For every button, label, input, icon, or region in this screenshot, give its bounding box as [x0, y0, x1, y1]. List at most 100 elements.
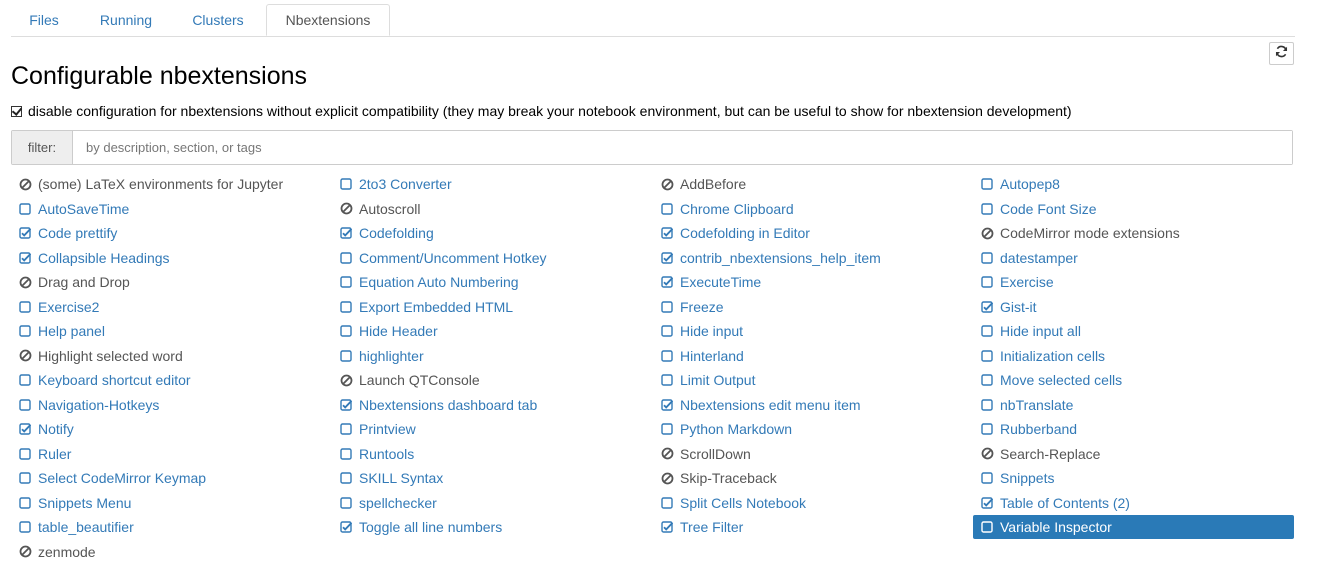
nbextension-item[interactable]: Table of Contents (2) — [973, 491, 1294, 515]
ban-icon — [660, 177, 674, 191]
nbextension-item[interactable]: Skip-Traceback — [653, 466, 974, 490]
nbextension-label: Nbextensions edit menu item — [680, 396, 861, 413]
tab-files[interactable]: Files — [11, 4, 77, 36]
nbextension-item[interactable]: Highlight selected word — [11, 344, 332, 368]
nbextension-label: Comment/Uncomment Hotkey — [359, 249, 547, 266]
nbextension-item[interactable]: Nbextensions edit menu item — [653, 393, 974, 417]
nbextension-label: Hide Header — [359, 323, 438, 339]
nbextension-item[interactable]: Search-Replace — [973, 442, 1294, 466]
nbextension-item[interactable]: Snippets — [973, 466, 1294, 490]
check-square-icon — [18, 226, 32, 240]
nbextension-item[interactable]: Gist-it — [973, 295, 1294, 319]
nbextension-item[interactable]: Runtools — [332, 442, 653, 466]
nbextension-item[interactable]: Rubberband — [973, 417, 1294, 441]
square-icon — [339, 496, 353, 510]
tab-nbextensions[interactable]: Nbextensions — [266, 4, 390, 36]
nbextension-item[interactable]: Variable Inspector — [973, 515, 1294, 539]
square-icon — [980, 349, 994, 363]
nbextension-item[interactable]: 2to3 Converter — [332, 172, 653, 196]
check-square-icon — [660, 275, 674, 289]
nbextension-item[interactable]: AutoSaveTime — [11, 197, 332, 221]
refresh-button[interactable] — [1269, 42, 1294, 65]
nbextension-item[interactable]: datestamper — [973, 246, 1294, 270]
nbextension-item[interactable]: SKILL Syntax — [332, 466, 653, 490]
square-icon — [980, 251, 994, 265]
nbextension-item[interactable]: Toggle all line numbers — [332, 515, 653, 539]
nbextension-item[interactable]: Codefolding in Editor — [653, 221, 974, 245]
square-icon — [18, 447, 32, 461]
nbextension-item[interactable]: Limit Output — [653, 368, 974, 392]
nbextension-item[interactable]: Comment/Uncomment Hotkey — [332, 246, 653, 270]
nbextension-item[interactable]: Navigation-Hotkeys — [11, 393, 332, 417]
nbextension-label: Help panel — [38, 323, 105, 339]
nbextension-item[interactable]: Autoscroll — [332, 197, 653, 221]
nbextension-item[interactable]: contrib_nbextensions_help_item — [653, 246, 974, 270]
nbextension-item[interactable]: Tree Filter — [653, 515, 974, 539]
nbextension-item[interactable]: Snippets Menu — [11, 491, 332, 515]
compat-checkbox[interactable] — [11, 105, 22, 117]
nbextension-item[interactable]: Keyboard shortcut editor — [11, 368, 332, 392]
check-square-icon — [660, 398, 674, 412]
nbextension-item[interactable]: Hinterland — [653, 344, 974, 368]
nbextension-item[interactable]: Hide input all — [973, 319, 1294, 343]
filter-label: filter: — [12, 131, 73, 164]
nbextension-label: Keyboard shortcut editor — [38, 372, 191, 388]
nbextension-item[interactable]: (some) LaTeX environments for Jupyter — [11, 172, 332, 196]
nbextension-label: Runtools — [359, 445, 415, 462]
compat-checkbox-label[interactable]: disable configuration for nbextensions w… — [28, 103, 1072, 119]
nbextension-label: Equation Auto Numbering — [359, 274, 519, 290]
nbextension-label: Chrome Clipboard — [680, 200, 794, 217]
nbextension-item[interactable]: Autopep8 — [973, 172, 1294, 196]
square-icon — [980, 422, 994, 436]
nbextension-item[interactable]: Code prettify — [11, 221, 332, 245]
nbextension-item[interactable]: Printview — [332, 417, 653, 441]
nbextension-item[interactable]: Chrome Clipboard — [653, 197, 974, 221]
nbextension-item[interactable]: zenmode — [11, 540, 332, 564]
nbextension-item[interactable]: Hide Header — [332, 319, 653, 343]
nbextension-label: nbTranslate — [1000, 396, 1074, 413]
nbextension-item[interactable]: ExecuteTime — [653, 270, 974, 294]
nbextension-label: AutoSaveTime — [38, 200, 130, 217]
nbextension-label: Highlight selected word — [38, 347, 183, 364]
nbextension-label: (some) LaTeX environments for Jupyter — [38, 176, 284, 192]
nbextension-item[interactable]: ScrollDown — [653, 442, 974, 466]
nbextension-item[interactable]: Export Embedded HTML — [332, 295, 653, 319]
nbextension-item[interactable]: Codefolding — [332, 221, 653, 245]
nbextension-item[interactable]: Python Markdown — [653, 417, 974, 441]
check-square-icon — [660, 226, 674, 240]
tab-running[interactable]: Running — [83, 4, 169, 36]
nbextension-item[interactable]: CodeMirror mode extensions — [973, 221, 1294, 245]
nbextension-item[interactable]: Freeze — [653, 295, 974, 319]
nbextension-label: spellchecker — [359, 494, 437, 511]
nbextension-item[interactable]: highlighter — [332, 344, 653, 368]
nbextension-item[interactable]: Initialization cells — [973, 344, 1294, 368]
nbextension-label: Variable Inspector — [1000, 519, 1112, 535]
filter-input[interactable] — [73, 131, 1292, 164]
nbextension-item[interactable]: Collapsible Headings — [11, 246, 332, 270]
tab-clusters[interactable]: Clusters — [179, 4, 257, 36]
nbextension-item[interactable]: Help panel — [11, 319, 332, 343]
nbextension-item[interactable]: Ruler — [11, 442, 332, 466]
square-icon — [660, 422, 674, 436]
nbextension-item[interactable]: Equation Auto Numbering — [332, 270, 653, 294]
nbextension-item[interactable]: Launch QTConsole — [332, 368, 653, 392]
square-icon — [660, 300, 674, 314]
check-square-icon — [660, 520, 674, 534]
nbextension-item[interactable]: Exercise2 — [11, 295, 332, 319]
nbextension-item[interactable]: Drag and Drop — [11, 270, 332, 294]
nbextension-item[interactable]: Code Font Size — [973, 197, 1294, 221]
nbextension-item[interactable]: Hide input — [653, 319, 974, 343]
nbextension-item[interactable]: Split Cells Notebook — [653, 491, 974, 515]
nbextension-label: Toggle all line numbers — [359, 519, 503, 535]
nbextension-item[interactable]: Move selected cells — [973, 368, 1294, 392]
nbextension-item[interactable]: Nbextensions dashboard tab — [332, 393, 653, 417]
nbextension-item[interactable]: Exercise — [973, 270, 1294, 294]
nbextension-item[interactable]: Notify — [11, 417, 332, 441]
square-icon — [18, 520, 32, 534]
nbextension-item[interactable]: Select CodeMirror Keymap — [11, 466, 332, 490]
nbextension-item[interactable]: AddBefore — [653, 172, 974, 196]
nbextension-item[interactable]: spellchecker — [332, 491, 653, 515]
nbextension-item[interactable]: nbTranslate — [973, 393, 1294, 417]
nbextension-label: CodeMirror mode extensions — [1000, 225, 1180, 241]
nbextension-item[interactable]: table_beautifier — [11, 515, 332, 539]
